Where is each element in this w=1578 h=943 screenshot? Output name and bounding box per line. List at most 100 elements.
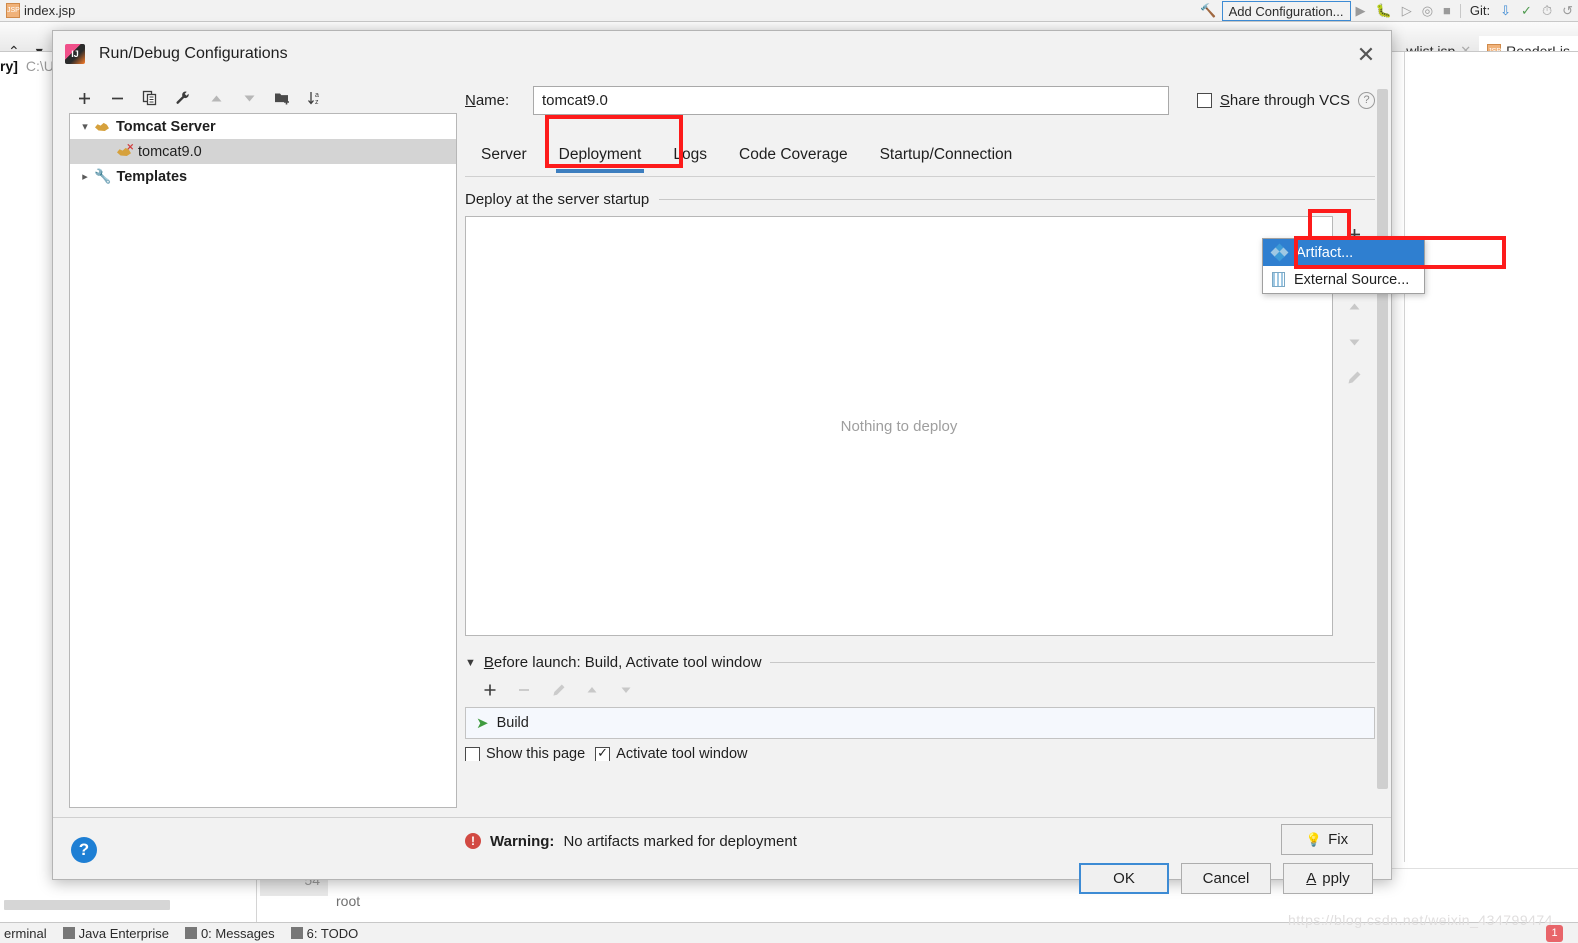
name-row: Name: Share through VCS ? <box>465 83 1375 117</box>
statusbar-terminal-label: erminal <box>4 925 47 941</box>
add-deployment-popup-menu: Artifact... External Source... <box>1262 238 1425 294</box>
hammer-icon[interactable]: 🔨 <box>1195 3 1221 19</box>
statusbar-item-terminal[interactable]: erminal <box>4 926 47 941</box>
before-launch-task-row[interactable]: ➤ Build <box>465 707 1375 739</box>
tree-item-templates[interactable]: ▸ 🔧 Templates <box>70 164 456 189</box>
name-input[interactable] <box>533 85 1169 115</box>
scrollbar-thumb[interactable] <box>1377 89 1388 789</box>
external-source-icon <box>1272 272 1285 287</box>
task-move-down-button[interactable] <box>611 677 641 703</box>
name-label: Name: <box>465 92 533 109</box>
menu-item-external-source[interactable]: External Source... <box>1263 266 1424 293</box>
configurations-tree[interactable]: ▾ Tomcat Server tomcat9.0 ▸ 🔧 Templates <box>69 113 457 808</box>
move-deployment-down-button[interactable] <box>1337 328 1371 356</box>
show-this-page-label: Show this page <box>486 747 586 761</box>
activate-tool-window-checkbox[interactable] <box>595 747 611 761</box>
stop-icon[interactable]: ■ <box>1438 3 1456 18</box>
before-launch-header[interactable]: ▼ Before launch: Build, Activate tool wi… <box>465 654 1375 671</box>
breadcrumb-project: ry] <box>0 58 18 74</box>
dialog-titlebar: Run/Debug Configurations <box>53 31 1391 77</box>
chevron-down-icon[interactable]: ▾ <box>76 120 94 133</box>
menu-item-artifact-label: Artifact... <box>1296 244 1354 261</box>
warning-message: No artifacts marked for deployment <box>563 832 797 850</box>
move-down-button[interactable] <box>234 85 264 111</box>
debug-icon[interactable]: 🐛 <box>1371 3 1397 19</box>
watermark-badge: 1 <box>1546 925 1563 942</box>
new-folder-button[interactable] <box>267 85 297 111</box>
run-debug-configurations-dialog: Run/Debug Configurations ✕ az ▾ <box>52 30 1392 894</box>
statusbar-item-todo[interactable]: 6: TODO <box>290 926 358 941</box>
share-vcs-group[interactable]: Share through VCS ? <box>1196 91 1375 109</box>
share-vcs-label: Share through VCS <box>1220 92 1350 109</box>
before-launch-rule <box>769 662 1375 663</box>
help-icon[interactable]: ? <box>1358 91 1375 109</box>
tree-item-tomcat-server[interactable]: ▾ Tomcat Server <box>70 114 456 139</box>
move-deployment-up-button[interactable] <box>1337 292 1371 320</box>
tab-logs[interactable]: Logs <box>657 146 723 176</box>
edit-task-button[interactable] <box>543 677 573 703</box>
add-task-button[interactable] <box>475 677 505 703</box>
tab-deployment[interactable]: Deployment <box>543 146 658 176</box>
tab-code-coverage[interactable]: Code Coverage <box>723 146 864 176</box>
editor-tab-index-jsp[interactable]: JSP index.jsp <box>0 3 81 18</box>
dialog-button-row: OK Cancel Apply <box>1079 863 1373 894</box>
share-vcs-checkbox[interactable] <box>1196 92 1212 108</box>
fix-button[interactable]: 💡 Fix <box>1281 824 1373 855</box>
tab-server[interactable]: Server <box>465 146 543 176</box>
run-with-coverage-icon[interactable]: ▷ <box>1397 3 1417 19</box>
tab-startup-connection[interactable]: Startup/Connection <box>864 146 1029 176</box>
editor-tab-wlist-jsp[interactable]: wlist.jsp ✕ <box>1398 36 1479 51</box>
apply-label-rest: pply <box>1322 870 1350 887</box>
chevron-right-icon[interactable]: ▸ <box>76 170 94 183</box>
navbar-icon-up[interactable]: ⌃ <box>0 36 28 52</box>
close-icon[interactable]: ✕ <box>1460 43 1471 51</box>
editor-right-area <box>1404 52 1578 862</box>
task-move-up-button[interactable] <box>577 677 607 703</box>
edit-templates-button[interactable] <box>168 85 198 111</box>
close-icon[interactable]: ✕ <box>1351 41 1381 71</box>
update-project-icon[interactable]: ⇩ <box>1495 3 1516 19</box>
rollback-icon[interactable]: ↺ <box>1557 3 1578 19</box>
deployment-list[interactable]: Nothing to deploy <box>465 216 1333 636</box>
navbar-icon-down[interactable]: ▾ <box>28 36 51 52</box>
menu-item-artifact[interactable]: Artifact... <box>1263 239 1424 266</box>
tree-item-label: tomcat9.0 <box>138 143 202 160</box>
wrench-icon: 🔧 <box>94 168 112 184</box>
add-configuration-button[interactable]: Add Configuration... <box>1221 0 1351 21</box>
help-button[interactable]: ? <box>71 837 97 863</box>
edit-deployment-button[interactable] <box>1337 364 1371 392</box>
project-panel <box>0 80 56 870</box>
show-this-page-checkbox[interactable] <box>465 747 480 761</box>
share-vcs-label-rest: hare through VCS <box>1229 91 1350 109</box>
remove-task-button[interactable] <box>509 677 539 703</box>
share-vcs-mnemonic: S <box>1219 91 1230 109</box>
cancel-button[interactable]: Cancel <box>1181 863 1271 894</box>
activate-tool-window-option[interactable]: Activate tool window <box>595 747 748 761</box>
name-label-mnemonic: N <box>465 91 476 109</box>
sort-configurations-button[interactable]: az <box>300 85 330 111</box>
statusbar-item-java-enterprise[interactable]: Java Enterprise <box>62 926 169 941</box>
history-icon[interactable]: ⏱ <box>1537 3 1557 19</box>
svg-text:a: a <box>315 92 319 99</box>
chevron-down-icon[interactable]: ▼ <box>465 657 476 669</box>
move-up-button[interactable] <box>201 85 231 111</box>
tree-item-tomcat9[interactable]: tomcat9.0 <box>70 139 456 164</box>
profile-icon[interactable]: ◎ <box>1417 3 1438 19</box>
before-launch-options: Show this page Activate tool window <box>465 747 1375 761</box>
commit-icon[interactable]: ✓ <box>1516 3 1537 19</box>
messages-icon <box>184 927 197 939</box>
add-configuration-button[interactable] <box>69 85 99 111</box>
statusbar-item-messages[interactable]: 0: Messages <box>184 926 275 941</box>
copy-configuration-button[interactable] <box>135 85 165 111</box>
dialog-scrollbar[interactable] <box>1376 89 1389 811</box>
horizontal-scrollbar[interactable] <box>4 900 170 910</box>
run-icon[interactable]: ▶ <box>1351 3 1371 19</box>
apply-button[interactable]: Apply <box>1283 863 1373 894</box>
show-this-page-option[interactable]: Show this page <box>465 747 585 761</box>
editor-tab-readerlist[interactable]: JSP ReaderLis <box>1479 36 1578 52</box>
deployment-empty-text: Nothing to deploy <box>840 417 958 435</box>
artifact-icon <box>1270 243 1289 262</box>
remove-configuration-button[interactable] <box>102 85 132 111</box>
ok-button[interactable]: OK <box>1079 863 1169 894</box>
editor-tab-readerlist-label: ReaderLis <box>1506 43 1570 52</box>
